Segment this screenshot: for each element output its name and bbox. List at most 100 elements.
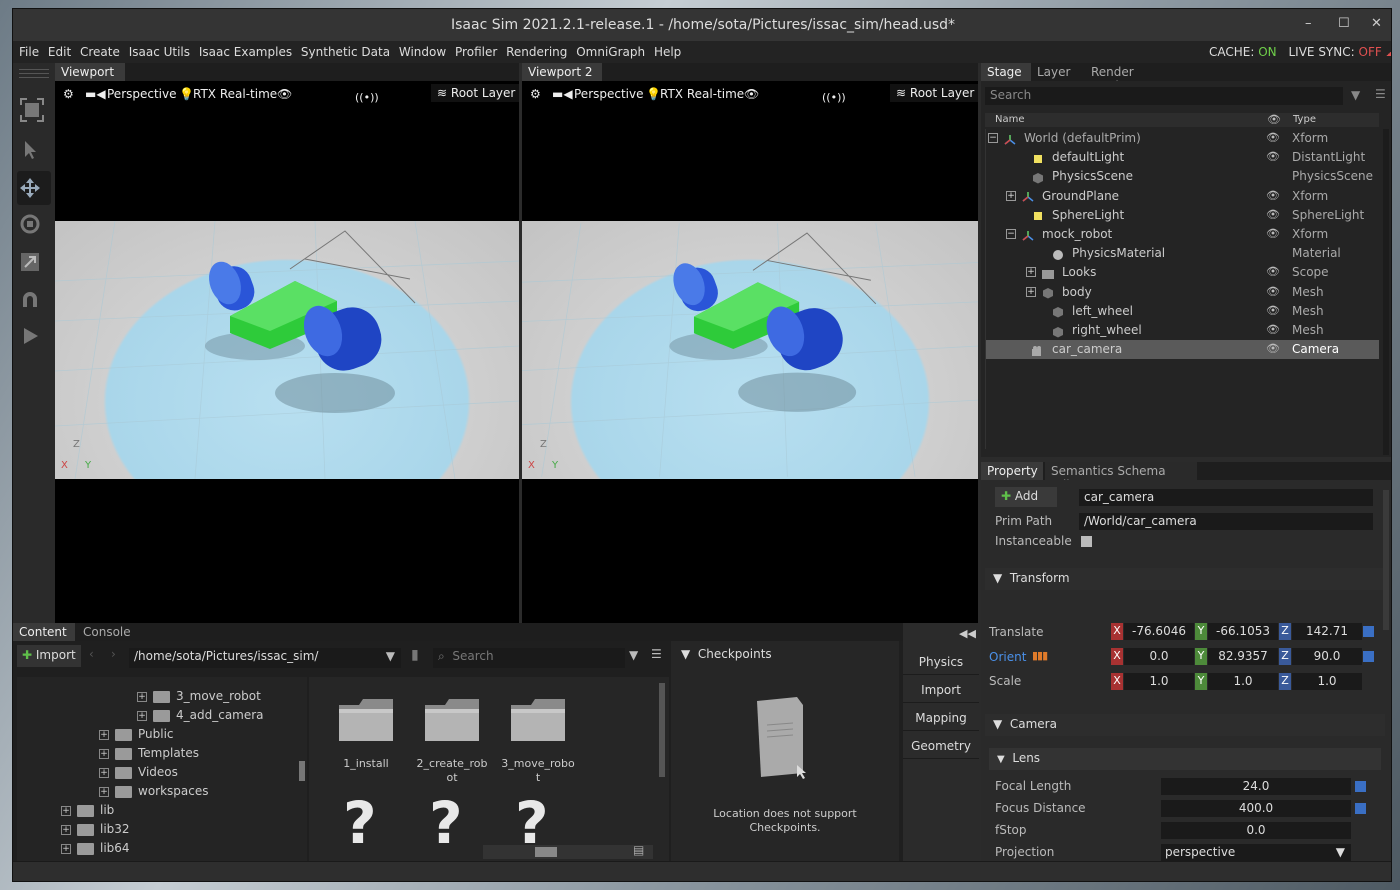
visibility-eye-icon[interactable]: 👁	[1266, 265, 1280, 278]
tab-content[interactable]: Content	[13, 623, 75, 641]
camera2-dropdown[interactable]: Perspective	[574, 87, 644, 101]
menu-help[interactable]: Help	[654, 45, 681, 59]
menu-isaac-examples[interactable]: Isaac Examples	[199, 45, 292, 59]
translate-z-field[interactable]: 142.71	[1292, 623, 1362, 640]
import-side-button[interactable]: Import	[903, 677, 979, 703]
expand-toggle-icon[interactable]: +	[99, 786, 109, 797]
visibility2-eye-icon[interactable]: 👁	[744, 87, 759, 101]
physics-button[interactable]: Physics	[903, 649, 979, 675]
filter-icon[interactable]: ▼	[1351, 88, 1360, 102]
focal-length-field[interactable]: 24.0	[1161, 778, 1351, 795]
folder-tree-item[interactable]: + Templates	[99, 746, 199, 760]
expand-toggle-icon[interactable]: −	[988, 133, 998, 143]
viewport-settings-gear-icon[interactable]: ⚙	[63, 87, 74, 101]
scale-y-field[interactable]: 1.0	[1208, 673, 1278, 690]
stage-search-input[interactable]: Search	[985, 87, 1343, 105]
forward-arrow-icon[interactable]: ›	[111, 647, 116, 661]
visibility-eye-icon[interactable]: 👁	[1266, 342, 1280, 355]
mapping-button[interactable]: Mapping	[903, 705, 979, 731]
folder-tree-item[interactable]: + lib32	[61, 822, 130, 836]
scale-icon[interactable]	[19, 251, 41, 273]
focus-distance-field[interactable]: 400.0	[1161, 800, 1351, 817]
tab-layer[interactable]: Layer	[1031, 63, 1086, 81]
menu-create[interactable]: Create	[80, 45, 120, 59]
orient-key-icon[interactable]	[1363, 651, 1374, 662]
focus-distance-key-icon[interactable]	[1355, 803, 1366, 814]
tab-semantics-schema-editor[interactable]: Semantics Schema Editor	[1045, 462, 1197, 492]
orient-z-field[interactable]: 90.0	[1292, 648, 1362, 665]
orient-y-field[interactable]: 82.9357	[1208, 648, 1278, 665]
stage-row[interactable]: − World (defaultPrim) 👁 Xform	[986, 129, 1379, 148]
menu-edit[interactable]: Edit	[48, 45, 71, 59]
stage-row[interactable]: defaultLight 👁 DistantLight	[986, 148, 1379, 167]
transform-section-header[interactable]: ▼ Transform	[985, 568, 1385, 590]
visibility-eye-icon[interactable]: 👁	[1266, 304, 1280, 317]
expand-toggle-icon[interactable]: −	[1006, 229, 1016, 239]
visibility-eye-icon[interactable]: 👁	[1266, 208, 1280, 221]
geometry-button[interactable]: Geometry	[903, 733, 979, 759]
cache-value[interactable]: ON	[1258, 45, 1276, 59]
bookmark-icon[interactable]: ▮	[411, 647, 419, 663]
tab-console[interactable]: Console	[77, 623, 139, 641]
stage-row[interactable]: right_wheel 👁 Mesh	[986, 321, 1379, 340]
grid-scrollbar[interactable]	[659, 683, 665, 777]
tab-viewport-2[interactable]: Viewport 2	[522, 63, 602, 81]
select-arrow-icon[interactable]	[19, 139, 41, 161]
viewport2-settings-gear-icon[interactable]: ⚙	[530, 87, 541, 101]
stage-row[interactable]: left_wheel 👁 Mesh	[986, 302, 1379, 321]
prim-name-field[interactable]: car_camera	[1079, 489, 1373, 506]
back-arrow-icon[interactable]: ‹	[89, 647, 94, 661]
visibility-eye-icon[interactable]: 👁	[1266, 131, 1280, 144]
folder-tree-item[interactable]: + Videos	[99, 765, 178, 779]
path-dropdown-icon[interactable]: ▼	[386, 649, 395, 663]
unknown-file-icon[interactable]: ?	[429, 789, 463, 857]
menu-file[interactable]: File	[19, 45, 39, 59]
menu-isaac-utils[interactable]: Isaac Utils	[129, 45, 190, 59]
content-path-field[interactable]: /home/sota/Pictures/issac_sim/ ▼	[129, 648, 401, 668]
checkpoints-header[interactable]: ▼ Checkpoints	[681, 647, 772, 661]
tree-scrollbar-thumb[interactable]	[299, 761, 305, 781]
maximize-button[interactable]: ☐	[1338, 16, 1350, 31]
viewport-2[interactable]: ⚙ ▬◀ Perspective 💡 RTX Real-time 👁 ((•))…	[522, 81, 978, 625]
scale-x-field[interactable]: 1.0	[1124, 673, 1194, 690]
stage-row[interactable]: + GroundPlane 👁 Xform	[986, 187, 1379, 206]
visibility-eye-icon[interactable]: 👁	[1266, 150, 1280, 163]
stage-row[interactable]: PhysicsMaterial Material	[986, 244, 1379, 263]
tab-stage[interactable]: Stage	[981, 63, 1031, 81]
expand-toggle-icon[interactable]: +	[137, 691, 147, 702]
menu-profiler[interactable]: Profiler	[455, 45, 497, 59]
scale-z-field[interactable]: 1.0	[1292, 673, 1362, 690]
menu-window[interactable]: Window	[399, 45, 446, 59]
content-menu-icon[interactable]: ☰	[651, 647, 662, 661]
stage-row[interactable]: + Looks 👁 Scope	[986, 263, 1379, 282]
visibility-eye-icon[interactable]: 👁	[277, 87, 292, 101]
broadcast2-icon[interactable]: ((•))	[822, 91, 846, 104]
stage-row[interactable]: + body 👁 Mesh	[986, 283, 1379, 302]
expand-toggle-icon[interactable]: +	[1006, 190, 1016, 201]
menu-omnigraph[interactable]: OmniGraph	[576, 45, 645, 59]
grid-slider-thumb[interactable]	[535, 847, 557, 857]
lens-section-header[interactable]: ▼ Lens	[989, 748, 1381, 770]
folder-tree-item[interactable]: + lib	[61, 803, 114, 817]
renderer-dropdown[interactable]: RTX Real-time	[193, 87, 277, 101]
frame-icon[interactable]	[19, 97, 44, 122]
expand-toggle-icon[interactable]: +	[99, 748, 109, 759]
content-search-input[interactable]: ⌕ Search	[433, 648, 625, 668]
folder-tree-item[interactable]: + Public	[99, 727, 174, 741]
orient-mode-icon[interactable]: ▮▮▮	[1032, 649, 1048, 662]
stage-row[interactable]: car_camera 👁 Camera	[986, 340, 1379, 360]
menu-synthetic-data[interactable]: Synthetic Data	[301, 45, 390, 59]
folder-tree-item[interactable]: + workspaces	[99, 784, 209, 798]
visibility-eye-icon[interactable]: 👁	[1266, 285, 1280, 298]
expand-toggle-icon[interactable]: +	[99, 767, 109, 778]
translate-y-field[interactable]: -66.1053	[1208, 623, 1278, 640]
folder-tree-item[interactable]: +4_add_camera	[137, 708, 264, 722]
stage-row[interactable]: SphereLight 👁 SphereLight	[986, 206, 1379, 225]
focal-length-key-icon[interactable]	[1355, 781, 1366, 792]
expand-toggle-icon[interactable]: +	[61, 805, 71, 816]
col-type[interactable]: Type	[1293, 114, 1316, 125]
content-filter-icon[interactable]: ▼	[629, 648, 638, 662]
stage-scrollbar[interactable]	[1383, 129, 1389, 455]
tab-render-settings[interactable]: Render Settings	[1085, 63, 1185, 93]
property-scrollbar[interactable]	[1383, 490, 1389, 630]
